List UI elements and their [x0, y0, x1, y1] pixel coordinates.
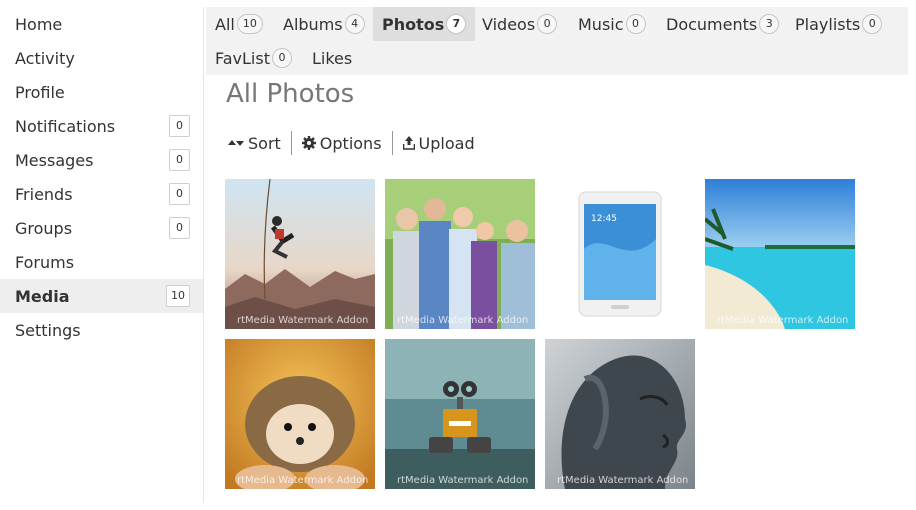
count-badge: 7 [446, 14, 467, 34]
watermark-text: rtMedia Watermark Addon [557, 475, 689, 486]
count-badge: 4 [344, 14, 365, 34]
photo-climber[interactable]: rtMedia Watermark Addon [225, 179, 375, 329]
photo-sculpture[interactable]: rtMedia Watermark Addon [545, 339, 695, 489]
climber-image [225, 179, 375, 329]
sidebar-item-label: Messages [15, 150, 94, 170]
svg-text:12:45: 12:45 [591, 214, 617, 224]
media-toolbar: Sort Options Upload [226, 131, 485, 155]
hedgehog-image [225, 339, 375, 489]
watermark-text: rtMedia Watermark Addon [237, 475, 369, 486]
sidebar-item-label: Settings [15, 320, 81, 340]
page-title: All Photos [226, 79, 355, 109]
count-badge: 0 [169, 149, 190, 171]
tab-likes[interactable]: Likes [303, 41, 361, 75]
sculpture-image [545, 339, 695, 489]
tab-music[interactable]: Music 0 [569, 7, 655, 41]
sort-label: Sort [248, 133, 281, 153]
sidebar-item-media[interactable]: Media 10 [0, 279, 203, 313]
tab-videos[interactable]: Videos 0 [473, 7, 566, 41]
count-badge: 0 [169, 183, 190, 205]
sidebar-item-forums[interactable]: Forums [0, 245, 203, 279]
sidebar-item-label: Profile [15, 82, 65, 102]
gear-icon [301, 136, 316, 150]
tab-label: Videos [482, 14, 536, 34]
count-badge: 0 [625, 14, 646, 34]
sidebar-item-activity[interactable]: Activity [0, 41, 203, 75]
photo-tablet[interactable]: 12:45 [545, 179, 695, 329]
sidebar-item-label: Forums [15, 252, 75, 272]
tab-label: All [215, 14, 235, 34]
sort-icon [228, 140, 244, 146]
tab-label: FavList [215, 48, 270, 68]
sidebar-item-label: Notifications [15, 116, 116, 136]
count-badge: 0 [271, 48, 292, 68]
tab-label: Photos [382, 14, 445, 34]
beach-image [705, 179, 855, 329]
options-label: Options [319, 133, 382, 153]
tab-playlists[interactable]: Playlists 0 [786, 7, 891, 41]
upload-icon [402, 136, 415, 150]
count-badge: 10 [236, 14, 263, 34]
tab-albums[interactable]: Albums 4 [274, 7, 374, 41]
sort-button[interactable]: Sort [226, 131, 291, 155]
sidebar-item-profile[interactable]: Profile [0, 75, 203, 109]
count-badge: 0 [537, 14, 558, 34]
photo-hedgehog[interactable]: rtMedia Watermark Addon [225, 339, 375, 489]
sidebar-item-notifications[interactable]: Notifications 0 [0, 109, 203, 143]
tab-label: Music [578, 14, 624, 34]
photo-robot[interactable]: rtMedia Watermark Addon [385, 339, 535, 489]
sidebar-item-settings[interactable]: Settings [0, 313, 203, 347]
watermark-text: rtMedia Watermark Addon [397, 475, 529, 486]
upload-label: Upload [418, 133, 475, 153]
sidebar-item-friends[interactable]: Friends 0 [0, 177, 203, 211]
count-badge: 3 [759, 14, 780, 34]
sidebar-item-groups[interactable]: Groups 0 [0, 211, 203, 245]
upload-button[interactable]: Upload [391, 131, 485, 155]
sidebar-item-label: Home [15, 14, 63, 34]
tab-label: Albums [283, 14, 343, 34]
count-badge: 0 [169, 217, 190, 239]
tab-label: Likes [312, 48, 353, 68]
media-tabs: All 10 Albums 4 Photos 7 Videos 0 Music 0 Doc… [206, 7, 908, 75]
sidebar-item-label: Groups [15, 218, 73, 238]
photo-family[interactable]: rtMedia Watermark Addon [385, 179, 535, 329]
family-image [385, 179, 535, 329]
count-badge: 0 [169, 115, 190, 137]
sidebar: Home Activity Profile Notifications 0 Mes… [0, 7, 204, 503]
count-badge: 0 [862, 14, 883, 34]
sidebar-item-home[interactable]: Home [0, 7, 203, 41]
sidebar-item-label: Friends [15, 184, 73, 204]
tab-label: Documents [666, 14, 758, 34]
tab-all[interactable]: All 10 [206, 7, 272, 41]
tab-favlist[interactable]: FavList 0 [206, 41, 301, 75]
sidebar-item-label: Media [15, 286, 70, 306]
robot-image [385, 339, 535, 489]
count-badge: 10 [166, 285, 190, 307]
watermark-text: rtMedia Watermark Addon [717, 315, 849, 326]
sidebar-item-messages[interactable]: Messages 0 [0, 143, 203, 177]
tab-photos[interactable]: Photos 7 [373, 7, 476, 41]
options-button[interactable]: Options [290, 131, 392, 155]
tab-documents[interactable]: Documents 3 [657, 7, 788, 41]
watermark-text: rtMedia Watermark Addon [397, 315, 529, 326]
tab-label: Playlists [795, 14, 861, 34]
watermark-text: rtMedia Watermark Addon [237, 315, 369, 326]
tablet-image: 12:45 [578, 191, 662, 317]
photo-beach[interactable]: rtMedia Watermark Addon [705, 179, 855, 329]
sidebar-item-label: Activity [15, 48, 75, 68]
